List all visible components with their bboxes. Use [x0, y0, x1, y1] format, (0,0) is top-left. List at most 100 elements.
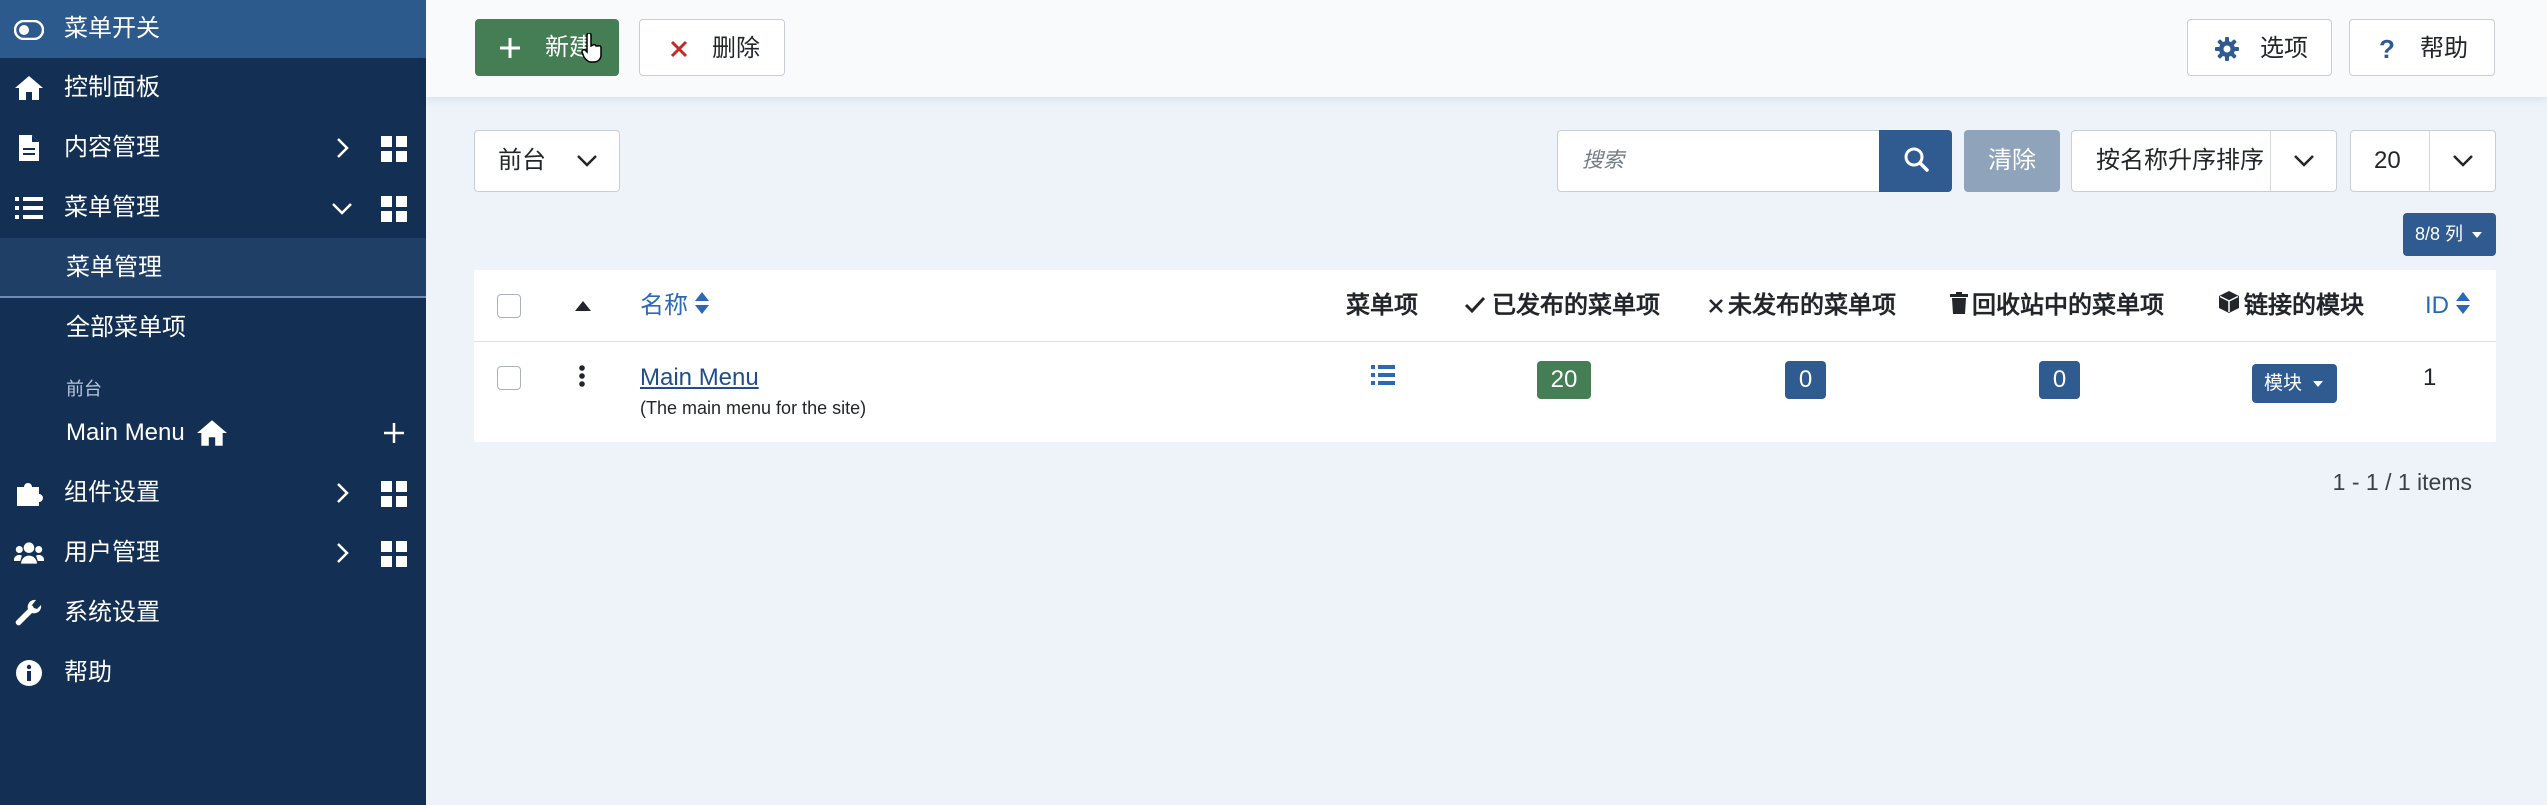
- menu-items-list-icon[interactable]: [1371, 364, 1395, 391]
- sidebar-subitem-label: Main Menu: [66, 419, 185, 446]
- delete-button-label: 删除: [712, 35, 760, 62]
- puzzle-icon: [14, 479, 44, 507]
- question-icon: ?: [2379, 33, 2395, 64]
- sidebar-item-content[interactable]: 内容管理: [0, 118, 426, 178]
- dashboard-grid-icon[interactable]: [381, 481, 407, 507]
- help-button[interactable]: ? 帮助: [2349, 19, 2495, 76]
- dashboard-grid-icon[interactable]: [381, 136, 407, 162]
- sidebar-item-label: 控制面板: [64, 74, 160, 101]
- list-icon: [14, 194, 44, 222]
- sidebar: 菜单开关 控制面板 内容管理 菜单管理 菜单管理 全部菜单项 前台 Main M…: [0, 0, 426, 805]
- table-row: Main Menu (The main menu for the site) 2…: [474, 342, 2496, 442]
- chevron-down-icon: [555, 131, 619, 191]
- more-options-icon[interactable]: [578, 364, 586, 393]
- table-header: 名称 菜单项 已发布的菜单项 未发布的菜单项 回收站中的菜单项 链接的模块 ID: [474, 270, 2496, 342]
- trash-icon: [1950, 271, 1968, 343]
- column-header-published: 已发布的菜单项: [1464, 270, 1660, 343]
- sidebar-toggle-label: 菜单开关: [64, 15, 160, 42]
- chevron-right-icon[interactable]: [330, 481, 354, 505]
- sort-select-value: 按名称升序排序: [2096, 147, 2264, 174]
- pagination-summary: 1 - 1 / 1 items: [2332, 469, 2472, 495]
- column-header-label: 未发布的菜单项: [1728, 292, 1896, 319]
- hand-cursor-icon: [581, 32, 603, 70]
- toggle-icon: [14, 16, 44, 44]
- menu-id: 1: [2423, 364, 2437, 391]
- sidebar-item-label: 帮助: [64, 659, 112, 686]
- plus-icon: [497, 35, 523, 61]
- dashboard-grid-icon[interactable]: [381, 196, 407, 222]
- sidebar-toggle[interactable]: 菜单开关: [0, 0, 426, 58]
- limit-select-value: 20: [2374, 147, 2401, 174]
- plus-icon[interactable]: [383, 422, 405, 451]
- home-icon: [196, 419, 228, 454]
- limit-select[interactable]: 20: [2350, 130, 2496, 192]
- column-header-items: 菜单项: [1346, 292, 1418, 319]
- modules-dropdown-button[interactable]: 模块: [2252, 364, 2337, 403]
- close-icon: [1708, 271, 1724, 343]
- sidebar-subitem-all-items[interactable]: 全部菜单项: [0, 298, 426, 358]
- client-select-value: 前台: [498, 147, 546, 174]
- chevron-right-icon[interactable]: [330, 541, 354, 565]
- file-icon: [14, 134, 44, 162]
- sort-icon: [694, 271, 709, 343]
- sidebar-item-system[interactable]: 系统设置: [0, 583, 426, 643]
- dashboard-grid-icon[interactable]: [381, 541, 407, 567]
- column-header-label: 链接的模块: [2244, 292, 2364, 319]
- menu-title-link[interactable]: Main Menu: [640, 364, 759, 392]
- sidebar-subitem-main-menu[interactable]: Main Menu: [0, 403, 426, 463]
- sidebar-item-label: 系统设置: [64, 599, 160, 626]
- clear-button[interactable]: 清除: [1964, 130, 2060, 192]
- delete-button[interactable]: 删除: [639, 19, 785, 76]
- chevron-down-icon: [2429, 131, 2495, 191]
- columns-dropdown-button[interactable]: 8/8 列: [2403, 213, 2496, 256]
- search-input[interactable]: [1557, 130, 1879, 192]
- column-header-unpublished: 未发布的菜单项: [1708, 270, 1896, 343]
- sidebar-item-menus[interactable]: 菜单管理: [0, 178, 426, 238]
- column-header-label: 名称: [640, 292, 688, 319]
- sidebar-item-components[interactable]: 组件设置: [0, 463, 426, 523]
- options-button[interactable]: 选项: [2187, 19, 2332, 76]
- chevron-down-icon: [2270, 131, 2336, 191]
- check-icon: [1464, 271, 1486, 343]
- users-icon: [14, 539, 44, 567]
- unpublished-count-badge[interactable]: 0: [1785, 361, 1826, 399]
- published-count-badge[interactable]: 20: [1537, 361, 1591, 399]
- column-header-trashed: 回收站中的菜单项: [1950, 270, 2164, 343]
- column-header-label: 回收站中的菜单项: [1972, 292, 2164, 319]
- wrench-icon: [14, 599, 44, 627]
- sidebar-subitem-label: 全部菜单项: [66, 314, 186, 341]
- caret-down-icon: [2313, 380, 2324, 387]
- sidebar-subitem-label: 菜单管理: [66, 254, 162, 281]
- search-icon: [1903, 146, 1929, 177]
- search-button[interactable]: [1879, 130, 1952, 192]
- toolbar: 新建 删除 选项 ? 帮助: [426, 0, 2547, 97]
- sidebar-subitem-manage-menus[interactable]: 菜单管理: [0, 238, 426, 298]
- column-header-name[interactable]: 名称: [640, 270, 709, 343]
- info-icon: [14, 659, 44, 687]
- sidebar-item-label: 菜单管理: [64, 194, 160, 221]
- row-checkbox[interactable]: [497, 366, 521, 390]
- menu-description: (The main menu for the site): [640, 398, 867, 418]
- sort-ascending-icon[interactable]: [575, 298, 591, 316]
- home-icon: [14, 74, 44, 102]
- menus-table: 名称 菜单项 已发布的菜单项 未发布的菜单项 回收站中的菜单项 链接的模块 ID: [474, 270, 2496, 442]
- sidebar-item-label: 用户管理: [64, 539, 160, 566]
- sidebar-group-label: 前台: [66, 379, 102, 399]
- chevron-down-icon[interactable]: [330, 196, 354, 220]
- sort-select[interactable]: 按名称升序排序: [2071, 130, 2337, 192]
- select-all-checkbox[interactable]: [497, 294, 521, 318]
- client-select[interactable]: 前台: [474, 130, 620, 192]
- new-button[interactable]: 新建: [475, 19, 619, 76]
- chevron-right-icon[interactable]: [330, 136, 354, 160]
- cube-icon: [2218, 271, 2240, 343]
- column-header-id[interactable]: ID: [2425, 270, 2470, 343]
- column-header-modules: 链接的模块: [2218, 270, 2364, 343]
- options-button-label: 选项: [2260, 35, 2308, 62]
- sidebar-item-label: 组件设置: [64, 479, 160, 506]
- sidebar-item-label: 内容管理: [64, 134, 160, 161]
- trashed-count-badge[interactable]: 0: [2039, 361, 2080, 399]
- sidebar-item-users[interactable]: 用户管理: [0, 523, 426, 583]
- sidebar-item-help[interactable]: 帮助: [0, 643, 426, 703]
- close-icon: [666, 36, 692, 62]
- sidebar-item-dashboard[interactable]: 控制面板: [0, 58, 426, 118]
